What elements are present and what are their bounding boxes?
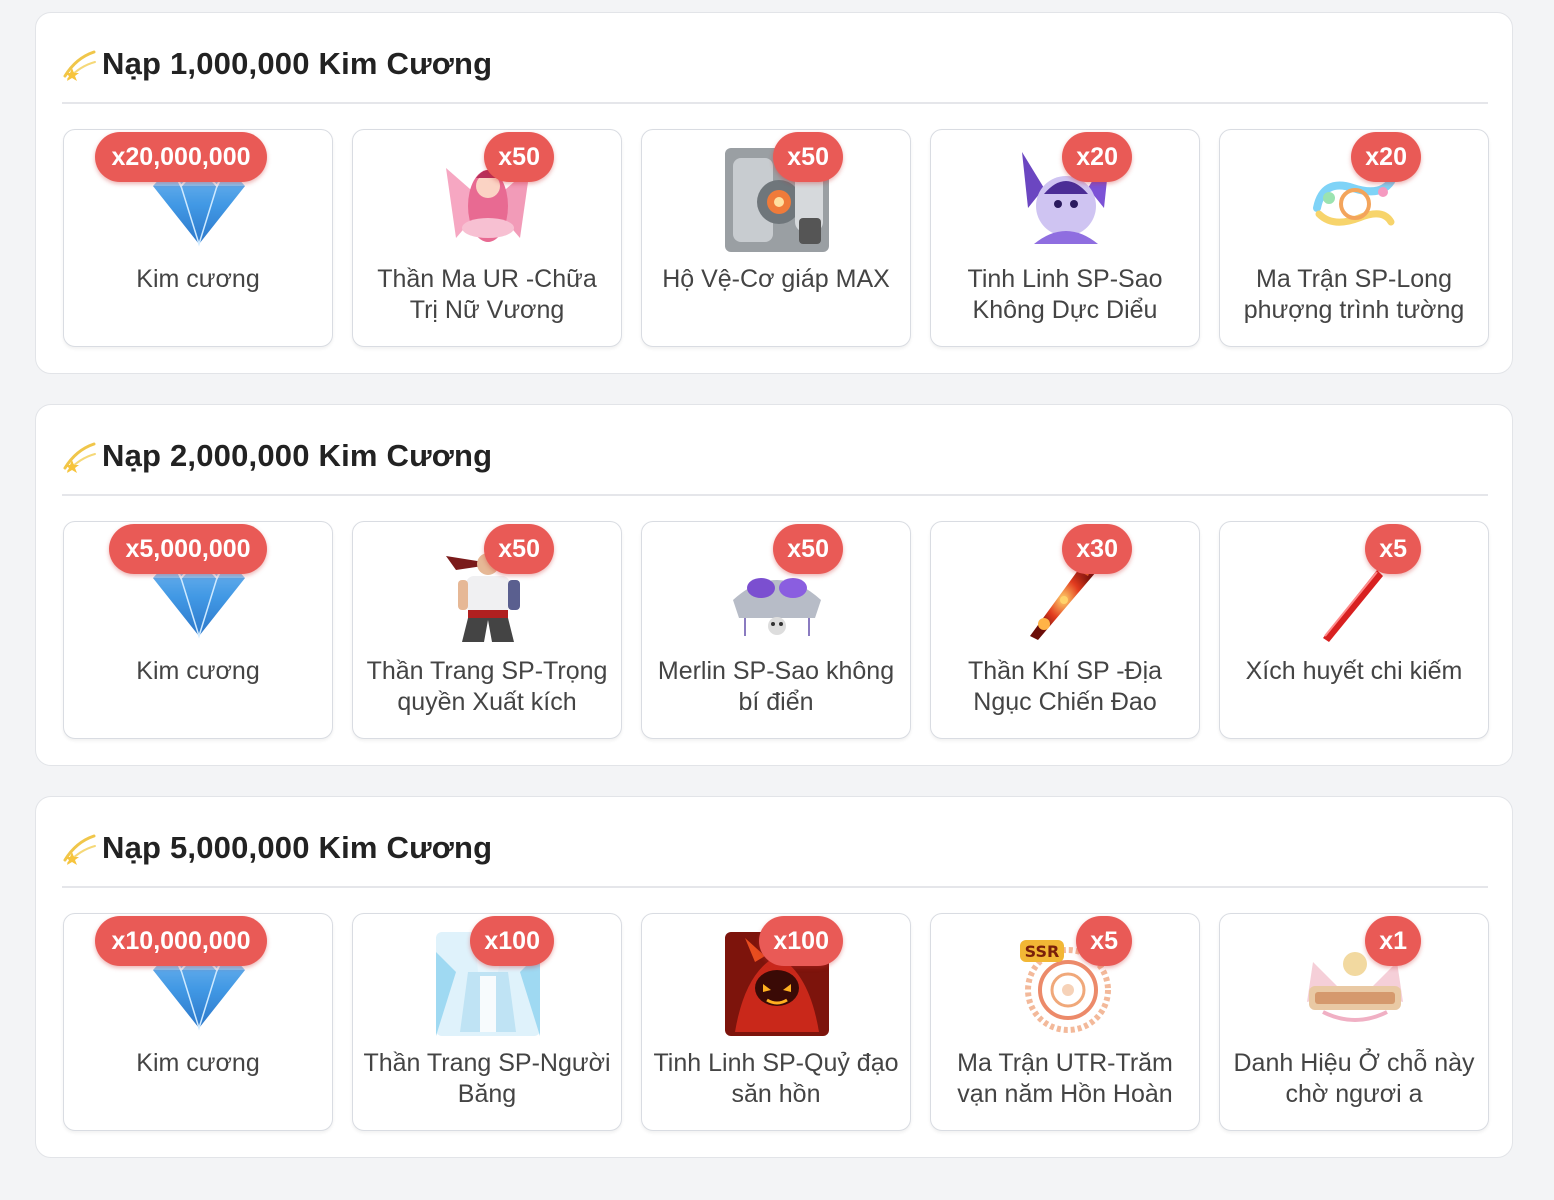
reward-tier-1: Nạp 1,000,000 Kim Cương x20,000,000 Kim … [35, 12, 1513, 374]
quantity-badge: x20 [1351, 132, 1421, 182]
reward-tier-3: Nạp 5,000,000 Kim Cương x10,000,000 Kim … [35, 796, 1513, 1158]
reward-card[interactable]: x50 Merlin SP-Sao không bí điển [641, 521, 911, 739]
reward-grid: x20,000,000 Kim cương x50 Thần Ma UR -Ch… [63, 129, 1489, 349]
shooting-star-icon [63, 442, 96, 473]
reward-card[interactable]: x20 Tinh Linh SP-Sao Không Dực Diểu [930, 129, 1200, 347]
quantity-badge: x5 [1365, 524, 1421, 574]
item-name: Kim cương [136, 1049, 260, 1077]
item-name: Hộ Vệ-Cơ giáp MAX [662, 265, 890, 293]
reward-card[interactable]: x50 Thần Trang SP-Trọng quyền Xuất kích [352, 521, 622, 739]
item-name: Ma Trận UTR-Trăm vạn năm Hồn Hoàn [957, 1049, 1173, 1108]
reward-card[interactable]: x5,000,000 Kim cương [63, 521, 333, 739]
quantity-badge: x30 [1062, 524, 1132, 574]
item-name: Thần Trang SP-Trọng quyền Xuất kích [366, 657, 608, 716]
reward-card[interactable]: SSR x5 Ma Trận UTR-Trăm vạn năm Hồn Hoàn [930, 913, 1200, 1131]
item-name: Ma Trận SP-Long phượng trình tường [1243, 265, 1465, 324]
reward-tier-2: Nạp 2,000,000 Kim Cương x5,000,000 Kim c… [35, 404, 1513, 766]
quantity-badge: x20,000,000 [95, 132, 267, 182]
tier-header: Nạp 1,000,000 Kim Cương [62, 41, 492, 87]
tier-title: Nạp 1,000,000 Kim Cương [102, 46, 493, 81]
shooting-star-icon [63, 50, 96, 81]
item-name: Thần Khí SP -Địa Ngục Chiến Đao [967, 657, 1163, 716]
reward-card[interactable]: x20 Ma Trận SP-Long phượng trình tường [1219, 129, 1489, 347]
tier-header: Nạp 2,000,000 Kim Cương [62, 433, 492, 479]
item-name: Danh Hiệu Ở chỗ này chờ ngươi a [1233, 1049, 1475, 1108]
quantity-badge: x20 [1062, 132, 1132, 182]
item-name: Tinh Linh SP-Sao Không Dực Diểu [967, 265, 1163, 324]
reward-card[interactable]: x1 Danh Hiệu Ở chỗ này chờ ngươi a [1219, 913, 1489, 1131]
item-name: Merlin SP-Sao không bí điển [657, 657, 895, 716]
item-name: Tinh Linh SP-Quỷ đạo săn hồn [653, 1049, 899, 1108]
tier-title: Nạp 2,000,000 Kim Cương [102, 438, 493, 473]
tier-header: Nạp 5,000,000 Kim Cương [62, 825, 492, 871]
divider [62, 494, 1488, 496]
item-name: Kim cương [136, 265, 260, 293]
quantity-badge: x5,000,000 [109, 524, 267, 574]
reward-grid: x5,000,000 Kim cương x50 Thần Trang SP-T… [63, 521, 1489, 741]
svg-text:SSR: SSR [1025, 942, 1060, 961]
quantity-badge: x100 [470, 916, 554, 966]
reward-card[interactable]: x100 Tinh Linh SP-Quỷ đạo săn hồn [641, 913, 911, 1131]
reward-grid: x10,000,000 Kim cương x100 Thần Trang SP… [63, 913, 1489, 1133]
quantity-badge: x50 [773, 524, 843, 574]
item-name: Xích huyết chi kiếm [1245, 657, 1463, 685]
reward-card[interactable]: x20,000,000 Kim cương [63, 129, 333, 347]
tier-title: Nạp 5,000,000 Kim Cương [102, 830, 493, 865]
quantity-badge: x10,000,000 [95, 916, 267, 966]
quantity-badge: x50 [773, 132, 843, 182]
quantity-badge: x100 [759, 916, 843, 966]
divider [62, 102, 1488, 104]
quantity-badge: x50 [484, 132, 554, 182]
item-name: Kim cương [136, 657, 260, 685]
divider [62, 886, 1488, 888]
item-name: Thần Trang SP-Người Băng [363, 1049, 611, 1108]
reward-card[interactable]: x50 Hộ Vệ-Cơ giáp MAX [641, 129, 911, 347]
quantity-badge: x1 [1365, 916, 1421, 966]
reward-card[interactable]: x10,000,000 Kim cương [63, 913, 333, 1131]
reward-card[interactable]: x100 Thần Trang SP-Người Băng [352, 913, 622, 1131]
reward-card[interactable]: x30 Thần Khí SP -Địa Ngục Chiến Đao [930, 521, 1200, 739]
shooting-star-icon [63, 834, 96, 865]
quantity-badge: x5 [1076, 916, 1132, 966]
reward-card[interactable]: x50 Thần Ma UR -Chữa Trị Nữ Vương [352, 129, 622, 347]
reward-card[interactable]: x5 Xích huyết chi kiếm [1219, 521, 1489, 739]
quantity-badge: x50 [484, 524, 554, 574]
item-name: Thần Ma UR -Chữa Trị Nữ Vương [377, 265, 597, 324]
